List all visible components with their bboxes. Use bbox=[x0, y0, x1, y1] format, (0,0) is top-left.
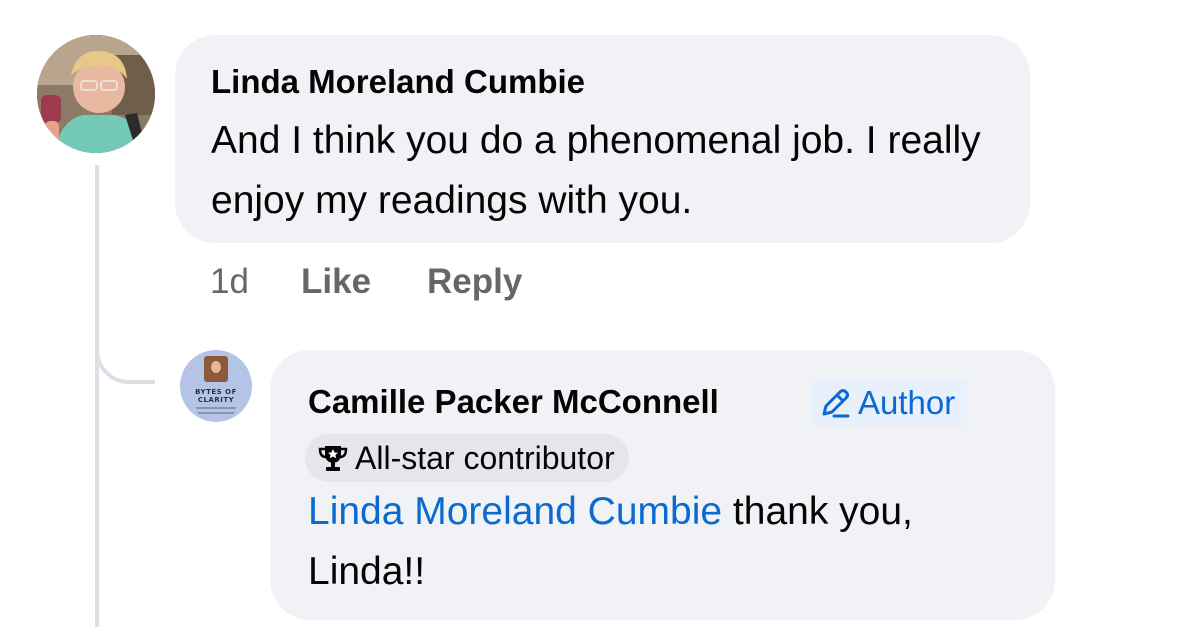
reply-author-name[interactable]: Camille Packer McConnell bbox=[308, 383, 719, 421]
avatar-photo-icon bbox=[204, 356, 228, 382]
avatar-fine-print bbox=[198, 412, 234, 414]
thread-connector-curve bbox=[95, 330, 155, 384]
avatar[interactable] bbox=[37, 35, 155, 153]
pencil-icon bbox=[822, 389, 850, 418]
avatar-fine-print bbox=[196, 407, 236, 409]
thread-connector-line bbox=[95, 165, 99, 627]
comment-timestamp[interactable]: 1d bbox=[210, 262, 249, 302]
contributor-badge-label: All-star contributor bbox=[355, 439, 615, 476]
mention-link[interactable]: Linda Moreland Cumbie bbox=[308, 490, 722, 533]
comment-text: And I think you do a phenomenal job. I r… bbox=[211, 119, 981, 222]
trophy-icon bbox=[318, 446, 348, 471]
comment-author-name[interactable]: Linda Moreland Cumbie bbox=[211, 63, 585, 101]
reply-avatar[interactable]: BYTES OF CLARITY bbox=[180, 350, 252, 422]
author-badge-label: Author bbox=[858, 384, 956, 421]
all-star-contributor-badge[interactable]: All-star contributor bbox=[305, 434, 629, 482]
like-button[interactable]: Like bbox=[301, 262, 371, 302]
reply-button[interactable]: Reply bbox=[427, 262, 522, 302]
comment-bubble: Linda Moreland Cumbie And I think you do… bbox=[175, 35, 1030, 243]
avatar-photo-icon bbox=[37, 35, 155, 153]
author-badge: Author bbox=[810, 380, 968, 426]
comment-thread: Linda Moreland Cumbie And I think you do… bbox=[0, 0, 1179, 627]
reply-text: Linda Moreland Cumbie thank you, Linda!! bbox=[308, 482, 1038, 602]
avatar-brand-text: BYTES OF CLARITY bbox=[195, 388, 237, 404]
reply-bubble: Camille Packer McConnell Author All-star… bbox=[270, 350, 1055, 620]
